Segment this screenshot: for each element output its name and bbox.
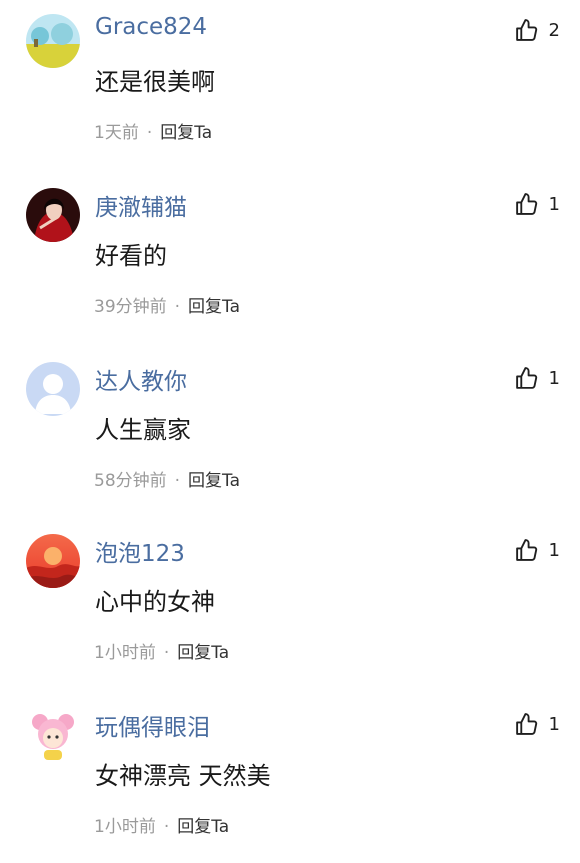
comment-time: 58分钟前 xyxy=(94,471,167,491)
like-button[interactable]: 1 xyxy=(514,712,560,737)
separator-dot: · xyxy=(174,471,181,491)
comment-item: 庚澈辅猫 1 好看的 39分钟前 · 回复Ta xyxy=(0,174,580,334)
reply-button[interactable]: 回复Ta xyxy=(177,643,229,663)
like-button[interactable]: 1 xyxy=(514,192,560,217)
user-avatar[interactable] xyxy=(26,708,80,762)
comment-meta: 1小时前 · 回复Ta xyxy=(94,638,229,663)
thumbs-up-icon xyxy=(515,193,537,215)
comment-text: 还是很美啊 xyxy=(95,68,215,96)
sunset-avatar-icon xyxy=(26,534,80,588)
comment-item: 泡泡123 1 心中的女神 1小时前 · 回复Ta xyxy=(0,520,580,680)
default-avatar-icon xyxy=(26,362,80,416)
thumbs-up-icon xyxy=(515,19,537,41)
thumbs-up-icon xyxy=(515,539,537,561)
separator-dot: · xyxy=(146,123,153,143)
username[interactable]: 达人教你 xyxy=(95,362,187,396)
comment-item: 玩偶得眼泪 1 女神漂亮 天然美 1小时前 · 回复Ta xyxy=(0,694,580,854)
comment-time: 1小时前 xyxy=(94,643,156,663)
comment-meta: 39分钟前 · 回复Ta xyxy=(94,292,240,317)
comment-meta: 1天前 · 回复Ta xyxy=(94,118,212,143)
reply-button[interactable]: 回复Ta xyxy=(188,297,240,317)
cartoon-avatar-icon xyxy=(26,708,80,762)
reply-button[interactable]: 回复Ta xyxy=(160,123,212,143)
comment-time: 1小时前 xyxy=(94,817,156,837)
reply-button[interactable]: 回复Ta xyxy=(188,471,240,491)
like-count: 1 xyxy=(548,714,560,735)
username[interactable]: 庚澈辅猫 xyxy=(95,188,187,222)
user-avatar[interactable] xyxy=(26,14,80,68)
separator-dot: · xyxy=(163,817,170,837)
comment-item: 达人教你 1 人生赢家 58分钟前 · 回复Ta xyxy=(0,348,580,508)
separator-dot: · xyxy=(174,297,181,317)
like-button[interactable]: 1 xyxy=(514,366,560,391)
like-count: 1 xyxy=(548,194,560,215)
username[interactable]: Grace824 xyxy=(95,14,207,40)
portrait-avatar-icon xyxy=(26,188,80,242)
comment-text: 女神漂亮 天然美 xyxy=(95,762,271,790)
separator-dot: · xyxy=(163,643,170,663)
username[interactable]: 玩偶得眼泪 xyxy=(95,708,210,742)
reply-button[interactable]: 回复Ta xyxy=(177,817,229,837)
thumbs-up-icon xyxy=(515,367,537,389)
comment-text: 好看的 xyxy=(95,242,167,270)
user-avatar[interactable] xyxy=(26,188,80,242)
like-count: 2 xyxy=(548,20,560,41)
comment-text: 人生赢家 xyxy=(95,416,191,444)
user-avatar[interactable] xyxy=(26,534,80,588)
comment-item: Grace824 2 还是很美啊 1天前 · 回复Ta xyxy=(0,0,580,160)
like-count: 1 xyxy=(548,540,560,561)
like-button[interactable]: 2 xyxy=(514,18,560,43)
comment-meta: 58分钟前 · 回复Ta xyxy=(94,466,240,491)
comment-text: 心中的女神 xyxy=(95,588,215,616)
comment-time: 1天前 xyxy=(94,123,139,143)
landscape-avatar-icon xyxy=(26,14,80,68)
like-button[interactable]: 1 xyxy=(514,538,560,563)
like-count: 1 xyxy=(548,368,560,389)
comment-time: 39分钟前 xyxy=(94,297,167,317)
username[interactable]: 泡泡123 xyxy=(95,534,185,568)
thumbs-up-icon xyxy=(515,713,537,735)
user-avatar[interactable] xyxy=(26,362,80,416)
comment-meta: 1小时前 · 回复Ta xyxy=(94,812,229,837)
